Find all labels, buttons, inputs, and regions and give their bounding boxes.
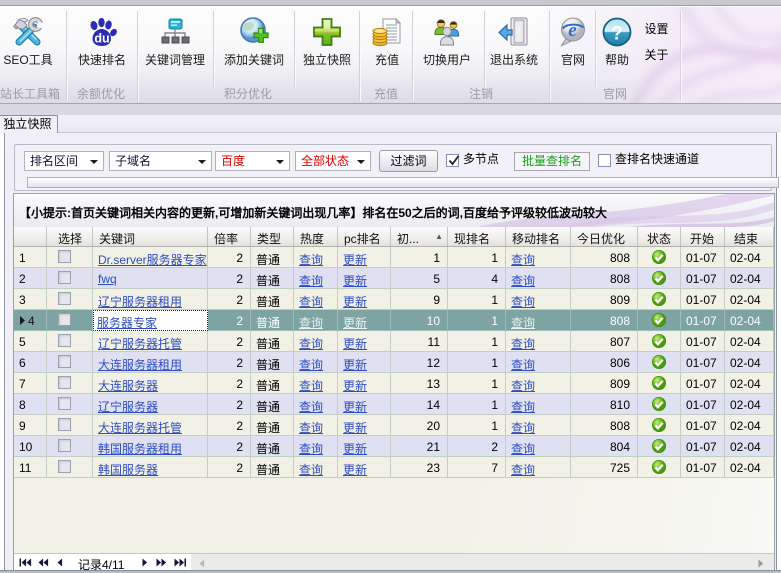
svg-text:?: ? bbox=[611, 24, 623, 45]
svg-text:e: e bbox=[568, 20, 577, 41]
svg-text:du: du bbox=[94, 32, 109, 46]
